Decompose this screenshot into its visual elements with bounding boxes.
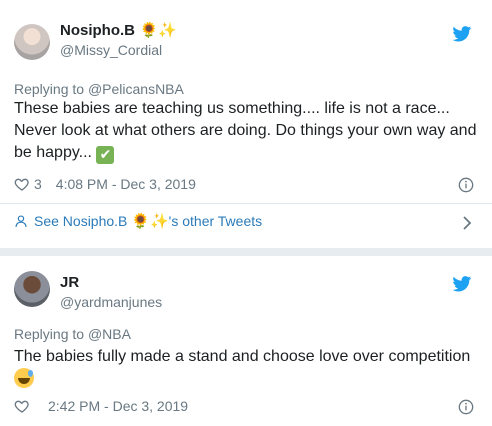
sunflower-emoji: 🌻 [131,211,150,230]
heart-icon[interactable] [14,176,30,192]
sparkles-emoji: ✨ [149,211,169,230]
grinning-sweat-emoji [14,368,34,388]
sunflower-emoji: 🌻 [139,21,159,40]
reply-to-link[interactable]: @PelicansNBA [88,81,184,97]
see-other-tweets-link[interactable]: See Nosipho.B 🌻 ✨'s other Tweets [14,213,262,229]
timestamp[interactable]: 4:08 PM - Dec 3, 2019 [56,176,196,192]
tweet-body: The babies fully made a stand and choose… [14,348,471,365]
like-count[interactable]: 3 [34,176,42,192]
avatar[interactable] [14,271,50,307]
tweet-body: These babies are teaching us something..… [14,100,477,161]
reply-context: Replying to @NBA [14,326,131,342]
tweet-card: Nosipho.B 🌻✨ @Missy_Cordial Replying to … [0,0,492,248]
sparkles-emoji: ✨ [158,21,177,40]
handle[interactable]: @yardmanjunes [60,294,162,310]
divider [0,203,492,204]
reply-prefix: Replying to [14,81,85,97]
author-block[interactable]: JR @yardmanjunes [60,274,162,310]
timestamp[interactable]: 2:42 PM - Dec 3, 2019 [48,398,188,414]
reply-prefix: Replying to [14,326,85,342]
twitter-bird-icon[interactable] [452,26,472,42]
display-name[interactable]: JR [60,274,79,291]
check-mark-emoji: ✔ [96,146,115,164]
tweet-meta: 3 4:08 PM - Dec 3, 2019 [14,176,196,192]
handle[interactable]: @Missy_Cordial [60,42,177,58]
reply-context: Replying to @PelicansNBA [14,81,184,97]
tweet-text: The babies fully made a stand and choose… [14,346,484,391]
info-icon[interactable] [458,177,474,193]
other-tweets-suffix: 's other Tweets [168,213,263,229]
author-block[interactable]: Nosipho.B 🌻✨ @Missy_Cordial [60,22,177,58]
avatar[interactable] [14,24,50,60]
other-tweets-prefix: See Nosipho.B [34,213,128,229]
person-icon [15,215,27,227]
display-name[interactable]: Nosipho.B [60,22,135,39]
tweet-text: These babies are teaching us something..… [14,98,484,164]
chevron-right-icon[interactable] [462,216,472,230]
reply-to-link[interactable]: @NBA [88,326,131,342]
twitter-bird-icon[interactable] [452,276,472,292]
tweet-card: JR @yardmanjunes Replying to @NBA The ba… [0,256,492,426]
heart-icon[interactable] [14,398,30,414]
info-icon[interactable] [458,399,474,415]
tweet-meta: 2:42 PM - Dec 3, 2019 [14,398,188,414]
